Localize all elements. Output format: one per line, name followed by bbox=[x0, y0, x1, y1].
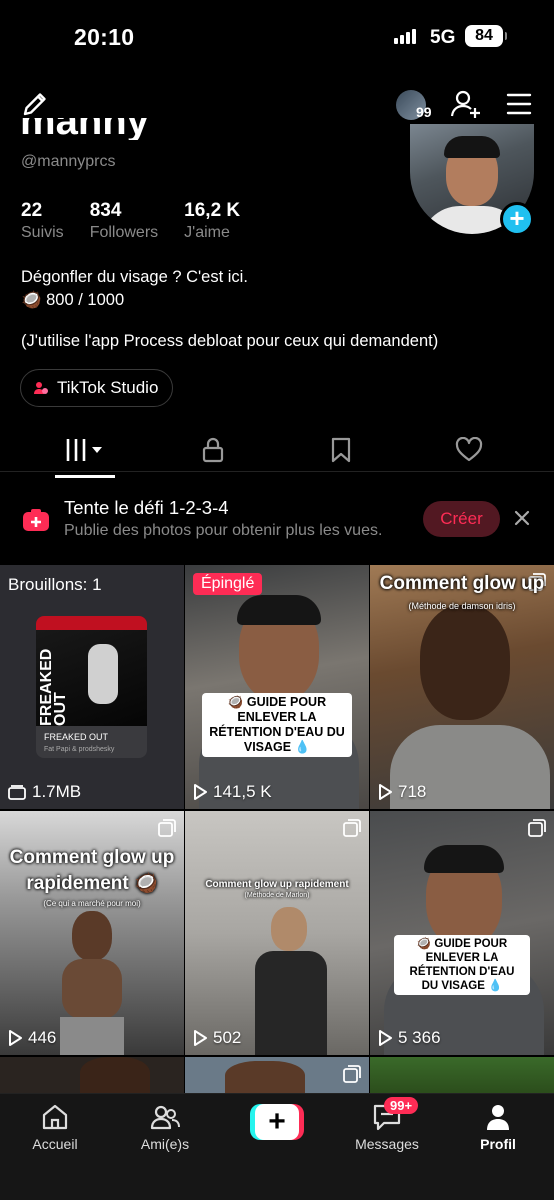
signal-icon bbox=[394, 28, 416, 44]
home-icon bbox=[42, 1104, 68, 1130]
studio-icon bbox=[34, 382, 48, 394]
profile-tabs bbox=[0, 424, 554, 478]
camera-plus-icon bbox=[23, 509, 49, 531]
multi-image-icon bbox=[343, 819, 361, 837]
nav-friends[interactable]: Ami(e)s bbox=[120, 1102, 210, 1152]
battery-icon: 84 bbox=[465, 25, 507, 47]
profile-icon bbox=[487, 1105, 509, 1130]
draft-size: 1.7MB bbox=[8, 782, 81, 802]
video-caption: Comment glow up bbox=[379, 573, 545, 594]
bottom-nav: Accueil Ami(e)s + Messages 99+ Profil bbox=[0, 1093, 554, 1200]
play-icon bbox=[379, 784, 392, 800]
add-story-button[interactable]: + bbox=[500, 202, 534, 236]
multi-image-icon bbox=[528, 819, 546, 837]
profile-handle: @mannyprcs bbox=[21, 153, 116, 170]
drafts-tile[interactable]: Brouillons: 1 FREAKED OUT FREAKED OUT Fa… bbox=[0, 565, 184, 809]
play-icon bbox=[379, 1030, 392, 1046]
draft-cover: FREAKED OUT FREAKED OUT Fat Papi & prods… bbox=[36, 616, 147, 758]
messages-badge: 99+ bbox=[384, 1097, 419, 1114]
view-count: 502 bbox=[193, 1028, 241, 1048]
banner-subtitle: Publie des photos pour obtenir plus les … bbox=[64, 522, 383, 539]
challenge-banner: Tente le défi 1-2-3-4 Publie des photos … bbox=[0, 490, 554, 554]
tab-saved[interactable] bbox=[311, 430, 371, 470]
draft-card-subtitle: Fat Papi & prodshesky bbox=[44, 746, 115, 753]
video-tile[interactable] bbox=[185, 1057, 369, 1097]
view-count: 718 bbox=[378, 782, 426, 802]
plus-icon: + bbox=[255, 1104, 299, 1140]
stat-following[interactable]: 22 Suivis bbox=[21, 200, 64, 242]
multi-image-icon bbox=[343, 1065, 361, 1083]
video-tile[interactable]: Épinglé 🥥 GUIDE POUR ENLEVER LA RÉTENTIO… bbox=[185, 565, 369, 809]
tab-liked[interactable] bbox=[439, 430, 499, 470]
video-tile[interactable]: Comment glow up rapidement (Méthode de M… bbox=[185, 811, 369, 1055]
friends-count: 99 bbox=[416, 104, 432, 120]
profile-bio: Dégonfler du visage ? C'est ici. 🥥 800 /… bbox=[21, 268, 248, 309]
bookmark-icon bbox=[331, 437, 351, 463]
lock-icon bbox=[202, 437, 224, 463]
grid-icon bbox=[66, 439, 102, 461]
pinned-badge: Épinglé bbox=[193, 573, 263, 595]
edit-icon[interactable] bbox=[20, 89, 50, 119]
video-caption: Comment glow up rapidement 🥥 bbox=[9, 847, 175, 894]
video-subcaption: (Ce qui a marché pour moi) bbox=[43, 899, 141, 908]
play-icon bbox=[194, 784, 207, 800]
create-button[interactable]: Créer bbox=[423, 501, 500, 537]
video-caption: 🥥 GUIDE POUR ENLEVER LA RÉTENTION D'EAU … bbox=[394, 935, 530, 995]
draft-art-text: FREAKED OUT bbox=[38, 648, 69, 726]
video-subcaption: (Méthode de damson idris) bbox=[408, 601, 516, 611]
nav-profile[interactable]: Profil bbox=[453, 1102, 543, 1152]
view-count: 5 366 bbox=[378, 1028, 441, 1048]
video-subcaption: (Méthode de Marlon) bbox=[244, 892, 310, 899]
video-caption: Comment glow up rapidement bbox=[205, 879, 349, 890]
video-tile[interactable]: Comment glow up rapidement 🥥 (Ce qui a m… bbox=[0, 811, 184, 1055]
menu-icon[interactable] bbox=[506, 92, 532, 116]
close-icon[interactable] bbox=[512, 508, 532, 528]
play-icon bbox=[9, 1030, 22, 1046]
drafts-icon bbox=[8, 785, 26, 800]
status-bar: 20:10 5G 84 bbox=[0, 0, 554, 74]
status-time: 20:10 bbox=[74, 24, 135, 50]
tab-videos[interactable] bbox=[55, 430, 115, 478]
stat-followers[interactable]: 834 Followers bbox=[90, 200, 158, 242]
video-tile[interactable]: Comment glow up (Méthode de damson idris… bbox=[370, 565, 554, 809]
friends-icon bbox=[150, 1105, 180, 1130]
profile-name: manny bbox=[20, 118, 149, 140]
banner-title: Tente le défi 1-2-3-4 bbox=[64, 497, 229, 518]
profile-stats: 22 Suivis 834 Followers 16,2 K J'aime bbox=[21, 200, 266, 242]
create-post-button[interactable]: + bbox=[250, 1104, 304, 1140]
network-label: 5G bbox=[430, 27, 456, 48]
tiktok-studio-button[interactable]: TikTok Studio bbox=[20, 369, 174, 407]
multi-image-icon bbox=[158, 819, 176, 837]
video-tile[interactable] bbox=[370, 1057, 554, 1097]
video-caption: 🥥 GUIDE POUR ENLEVER LA RÉTENTION D'EAU … bbox=[202, 693, 352, 757]
heart-icon bbox=[455, 437, 483, 462]
video-tile[interactable]: 🥥 GUIDE POUR ENLEVER LA RÉTENTION D'EAU … bbox=[370, 811, 554, 1055]
add-user-icon[interactable] bbox=[450, 88, 482, 120]
drafts-title: Brouillons: 1 bbox=[8, 575, 102, 594]
profile-bio-note: (J'utilise l'app Process debloat pour ce… bbox=[21, 332, 439, 350]
play-icon bbox=[194, 1030, 207, 1046]
stat-likes[interactable]: 16,2 K J'aime bbox=[184, 200, 240, 242]
view-count: 446 bbox=[8, 1028, 56, 1048]
view-count: 141,5 K bbox=[193, 782, 272, 802]
tab-private[interactable] bbox=[183, 430, 243, 470]
video-tile[interactable] bbox=[0, 1057, 184, 1097]
nav-home[interactable]: Accueil bbox=[10, 1102, 100, 1152]
draft-card-title: FREAKED OUT bbox=[44, 732, 109, 742]
